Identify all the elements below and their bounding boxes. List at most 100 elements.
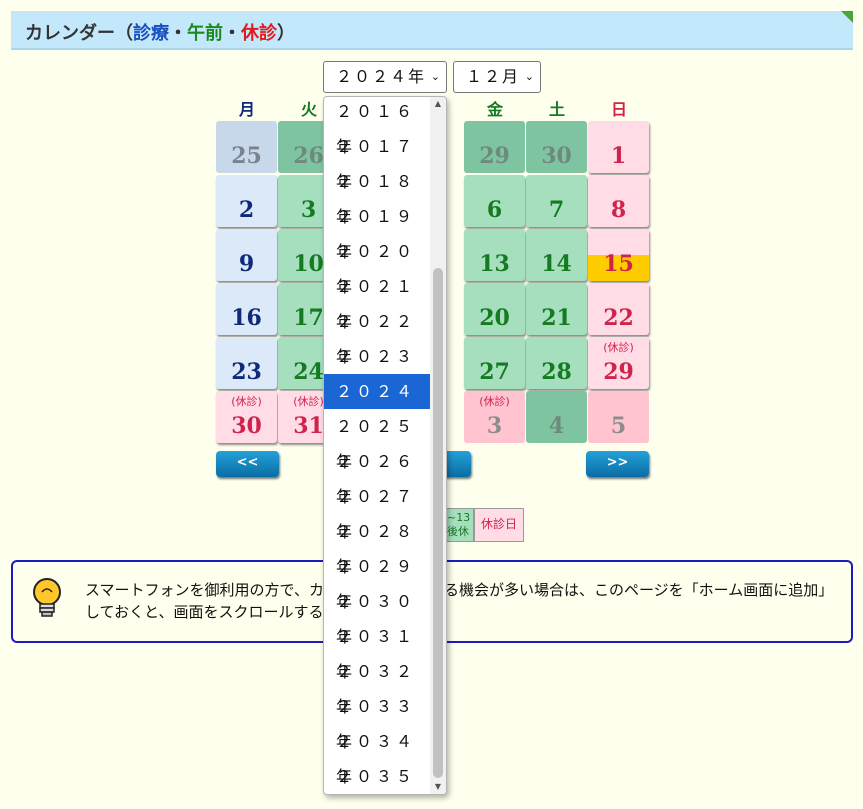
- chevron-down-icon: ⌄: [430, 70, 440, 83]
- calendar-day-cell[interactable]: 14: [526, 229, 587, 281]
- chevron-down-icon: ⌄: [524, 70, 534, 83]
- calendar-day-cell[interactable]: 9: [216, 229, 277, 281]
- title-prefix: カレンダー（: [25, 23, 133, 44]
- corner-decoration: [841, 11, 853, 23]
- day-number: 30: [231, 413, 262, 439]
- day-number: 20: [479, 305, 510, 331]
- title-suffix: ）: [277, 23, 295, 44]
- year-option[interactable]: ２０２５年: [324, 409, 430, 471]
- calendar-day-cell[interactable]: 5: [588, 391, 649, 443]
- scroll-down-arrow-icon[interactable]: ▼: [434, 782, 442, 791]
- calendar-day-cell[interactable]: 30: [526, 121, 587, 173]
- calendar-day-cell[interactable]: 22: [588, 283, 649, 335]
- weekday-label: 土: [548, 100, 565, 119]
- day-number: 22: [603, 305, 634, 331]
- month-select-value: １２月: [466, 67, 521, 86]
- scroll-up-arrow-icon[interactable]: ▲: [434, 99, 442, 108]
- calendar-day-cell[interactable]: 23: [216, 337, 277, 389]
- weekday-label: 日: [610, 100, 627, 119]
- calendar-header: カレンダー（診療・午前・休診）: [11, 11, 853, 50]
- year-option[interactable]: ２０２４年: [324, 374, 430, 436]
- holiday-note: (休診): [603, 341, 634, 354]
- year-option[interactable]: ２０３３年: [324, 689, 430, 751]
- year-option[interactable]: ２０１７年: [324, 129, 430, 191]
- year-option[interactable]: ２０２６年: [324, 444, 430, 506]
- title-morning: 午前: [187, 23, 223, 44]
- tip-text: スマートフォンを御利用の方で、カレンダーを確認する機会が多い場合は、このページを…: [85, 581, 834, 621]
- year-option[interactable]: ２０３２年: [324, 654, 430, 716]
- calendar-day-cell[interactable]: 13: [464, 229, 525, 281]
- calendar-day-cell[interactable]: 8: [588, 175, 649, 227]
- title-consultation: 診療: [133, 23, 169, 44]
- calendar-day-cell[interactable]: (休診) 3: [464, 391, 525, 443]
- day-number: 13: [479, 251, 510, 277]
- legend-pm-closed: ~13 後休: [446, 508, 474, 542]
- year-option[interactable]: ２０３１年: [324, 619, 430, 681]
- year-select[interactable]: ２０２４年 ⌄: [323, 61, 447, 93]
- calendar-day-cell[interactable]: 25: [216, 121, 277, 173]
- day-number: 21: [541, 305, 572, 331]
- day-number: 2: [238, 197, 255, 223]
- calendar-day-cell[interactable]: 4: [526, 391, 587, 443]
- day-number: 29: [479, 143, 510, 169]
- dropdown-scrollbar[interactable]: ▲ ▼: [430, 97, 446, 794]
- page-title: カレンダー（診療・午前・休診）: [25, 19, 295, 45]
- day-number: 27: [479, 359, 510, 385]
- scrollbar-thumb[interactable]: [433, 268, 443, 778]
- day-number: 6: [486, 197, 503, 223]
- day-number: 29: [603, 359, 634, 385]
- day-number: 16: [231, 305, 262, 331]
- year-option[interactable]: ２０２７年: [324, 479, 430, 541]
- year-option[interactable]: ２０１６年: [324, 97, 430, 156]
- holiday-note: (休診): [231, 395, 262, 408]
- prev-month-button[interactable]: <<: [216, 451, 279, 477]
- calendar-day-cell[interactable]: 29: [464, 121, 525, 173]
- calendar-day-cell[interactable]: 21: [526, 283, 587, 335]
- day-number: 30: [541, 143, 572, 169]
- day-number: 1: [610, 143, 627, 169]
- year-dropdown-list[interactable]: ２０１６年２０１７年２０１８年２０１９年２０２０年２０２１年２０２２年２０２３年…: [323, 96, 447, 795]
- year-option[interactable]: ２０２２年: [324, 304, 430, 366]
- holiday-note: (休診): [479, 395, 510, 408]
- calendar-day-cell[interactable]: 16: [216, 283, 277, 335]
- year-option[interactable]: ２０２０年: [324, 234, 430, 296]
- year-option[interactable]: ２０２１年: [324, 269, 430, 331]
- title-sep: ・: [169, 23, 187, 44]
- day-number: 7: [548, 197, 565, 223]
- calendar-day-cell[interactable]: (休診) 29: [588, 337, 649, 389]
- next-month-button[interactable]: >>: [586, 451, 649, 477]
- day-number: 28: [541, 359, 572, 385]
- day-number: 4: [548, 413, 565, 439]
- year-option[interactable]: ２０１８年: [324, 164, 430, 226]
- year-option[interactable]: ２０３５年: [324, 759, 430, 794]
- title-sep: ・: [223, 23, 241, 44]
- year-option[interactable]: ２０１９年: [324, 199, 430, 261]
- calendar-day-cell[interactable]: 20: [464, 283, 525, 335]
- day-number: 3: [486, 413, 503, 439]
- day-number: 8: [610, 197, 627, 223]
- year-option[interactable]: ２０３４年: [324, 724, 430, 786]
- year-option[interactable]: ２０２８年: [324, 514, 430, 576]
- calendar-day-cell[interactable]: 1: [588, 121, 649, 173]
- lightbulb-icon: [33, 578, 61, 617]
- weekday-label: 金: [486, 100, 503, 119]
- day-number: 5: [610, 413, 627, 439]
- calendar-day-cell[interactable]: 6: [464, 175, 525, 227]
- month-select[interactable]: １２月 ⌄: [453, 61, 541, 93]
- calendar-day-cell[interactable]: 7: [526, 175, 587, 227]
- calendar-day-cell[interactable]: 15: [588, 229, 649, 281]
- day-number: 15: [603, 251, 634, 277]
- year-select-value: ２０２４年: [336, 67, 427, 86]
- weekday-label: 月: [238, 100, 255, 119]
- title-closed: 休診: [241, 23, 277, 44]
- day-number: 23: [231, 359, 262, 385]
- calendar-day-cell[interactable]: (休診) 30: [216, 391, 277, 443]
- day-number: 14: [541, 251, 572, 277]
- calendar-day-cell[interactable]: 2: [216, 175, 277, 227]
- year-option[interactable]: ２０３０年: [324, 584, 430, 646]
- year-option[interactable]: ２０２３年: [324, 339, 430, 401]
- calendar-day-cell[interactable]: 27: [464, 337, 525, 389]
- year-option[interactable]: ２０２９年: [324, 549, 430, 611]
- legend-holiday: 休診日: [474, 508, 524, 542]
- calendar-day-cell[interactable]: 28: [526, 337, 587, 389]
